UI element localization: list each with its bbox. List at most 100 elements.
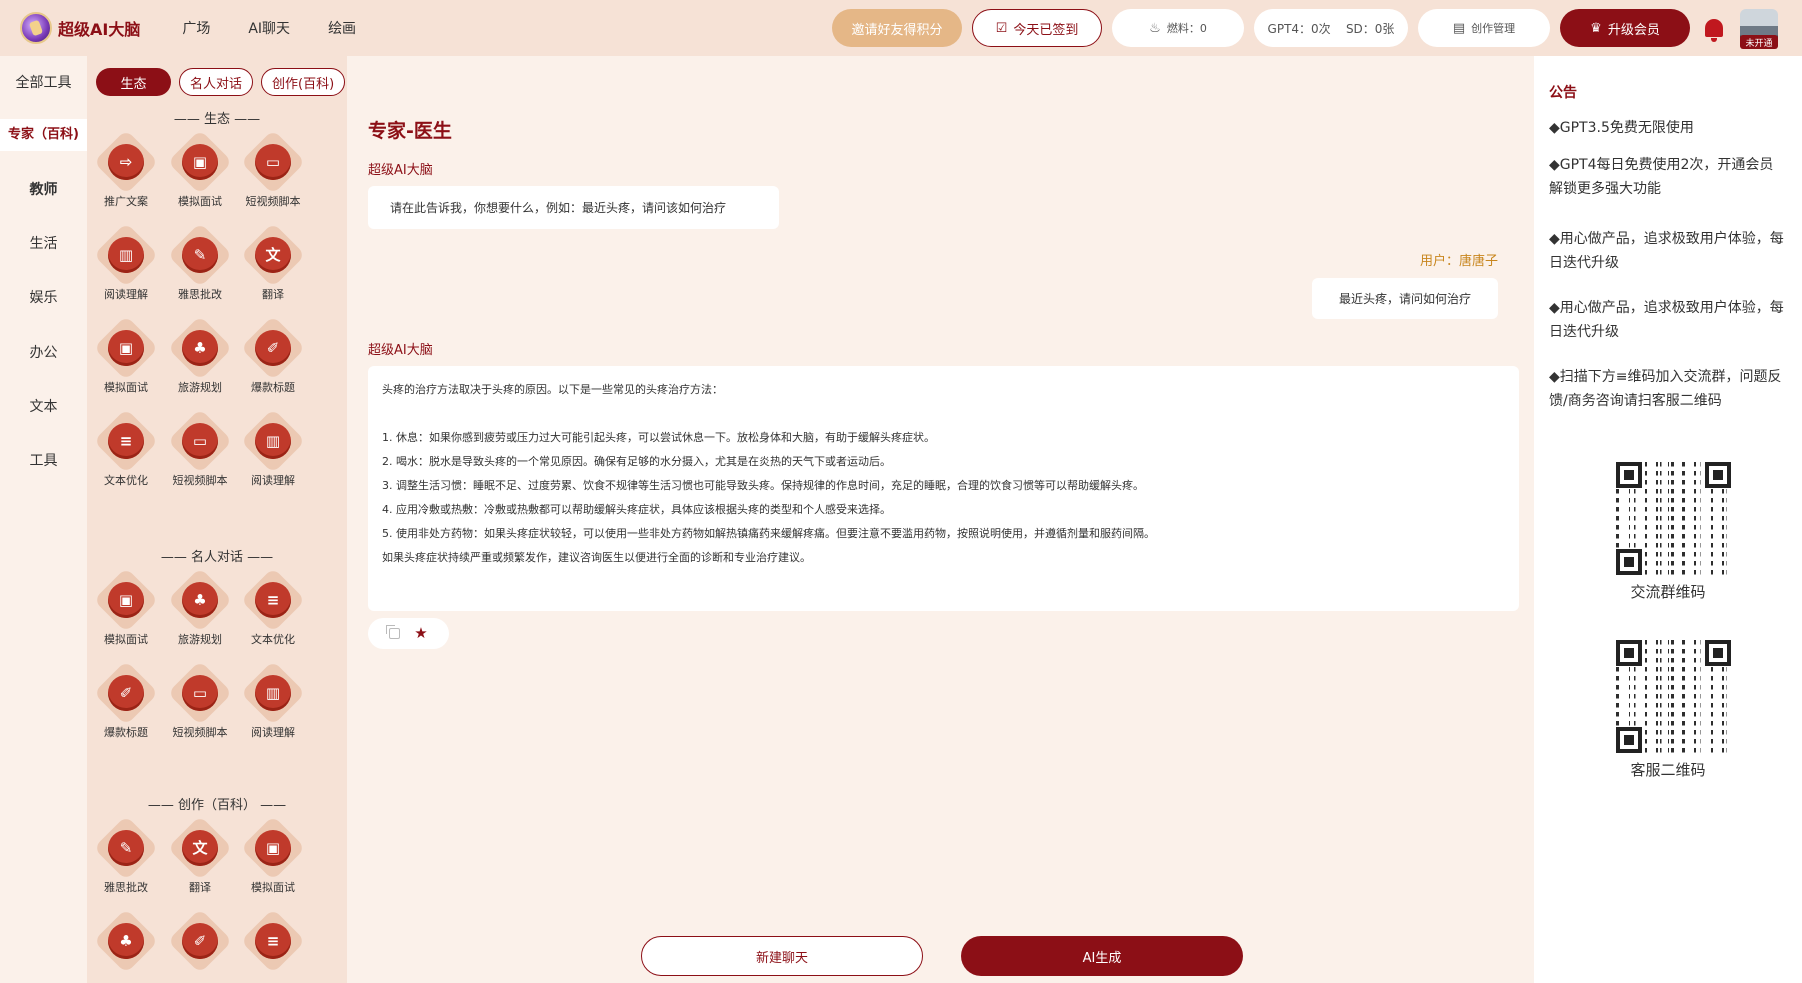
- tool-label: 模拟面试: [178, 195, 222, 208]
- nav-drawing[interactable]: 绘画: [328, 18, 356, 38]
- ai-sender-label: 超级AI大脑: [368, 163, 433, 178]
- membership-badge: 未开通: [1740, 35, 1778, 49]
- upgrade-button[interactable]: ♛ 升级会员: [1560, 9, 1690, 47]
- tool-card[interactable]: ▣ 模拟面试: [90, 574, 162, 647]
- invite-button[interactable]: 邀请好友得积分: [832, 9, 962, 47]
- crown-icon: ♛: [1590, 20, 1602, 36]
- tool-card[interactable]: ✐ 爆款标题: [237, 322, 309, 395]
- upgrade-label: 升级会员: [1607, 22, 1660, 38]
- tool-card[interactable]: ♣: [90, 915, 162, 972]
- notebook-icon: ✐: [174, 915, 226, 967]
- category-tools[interactable]: 工具: [0, 446, 87, 476]
- category-sidebar: 全部工具 专家（百科) 教师 生活 娱乐 办公 文本 工具: [0, 56, 87, 983]
- tool-tabs: 生态 名人对话 创作(百科): [96, 68, 346, 96]
- manage-button[interactable]: ▤ 创作管理: [1418, 9, 1550, 47]
- category-expert[interactable]: 专家（百科): [0, 119, 87, 151]
- manage-label: 创作管理: [1471, 22, 1516, 35]
- category-life[interactable]: 生活: [0, 229, 87, 259]
- tool-label: 爆款标题: [104, 726, 148, 739]
- category-all-tools[interactable]: 全部工具: [0, 68, 87, 98]
- logo[interactable]: 超级AI大脑: [20, 12, 140, 44]
- document-icon: ≡: [247, 574, 299, 626]
- tool-card[interactable]: ▣ 模拟面试: [237, 822, 309, 895]
- tool-card[interactable]: ▣ 模拟面试: [90, 322, 162, 395]
- tool-label: 翻译: [189, 881, 211, 894]
- nav-square[interactable]: 广场: [182, 18, 210, 38]
- document-icon: ≡: [247, 915, 299, 967]
- quota-label: GPT4：0次 SD：0张: [1267, 21, 1395, 36]
- tool-card[interactable]: ▥ 阅读理解: [90, 229, 162, 302]
- answer-line: 5. 使用非处方药物：如果头疼症状较轻，可以使用一些非处方药物如解热镇痛药来缓解…: [382, 527, 1155, 540]
- category-text[interactable]: 文本: [0, 392, 87, 422]
- tool-panel: 生态 名人对话 创作(百科) —— 生态 —— ⇨ 推广文案 ▣ 模拟面试 ▭ 短视频脚本 ▥…: [87, 56, 347, 983]
- tool-label: 模拟面试: [104, 381, 148, 394]
- tool-card[interactable]: ✐ 爆款标题: [90, 667, 162, 740]
- tool-label: 推广文案: [104, 195, 148, 208]
- notification-button[interactable]: [1700, 14, 1728, 42]
- tool-label: 阅读理解: [104, 288, 148, 301]
- tool-label: 阅读理解: [251, 726, 295, 739]
- copy-icon[interactable]: [386, 625, 401, 639]
- new-chat-button[interactable]: 新建聊天: [641, 936, 923, 976]
- palm-tree-icon: ♣: [174, 322, 226, 374]
- group-qr-code: [1616, 462, 1731, 575]
- tool-card[interactable]: ✎ 雅思批改: [164, 229, 236, 302]
- tool-card[interactable]: 文翻译: [164, 822, 236, 895]
- tool-card[interactable]: 文翻译: [237, 229, 309, 302]
- tab-ecology[interactable]: 生态: [96, 68, 171, 96]
- briefcase-icon: ▣: [174, 136, 226, 188]
- tool-card[interactable]: ▥ 阅读理解: [237, 667, 309, 740]
- user-message: 最近头疼，请问如何治疗: [1338, 292, 1471, 306]
- tool-card[interactable]: ▥ 阅读理解: [237, 415, 309, 488]
- tool-label: 雅思批改: [178, 288, 222, 301]
- service-qr-code: [1616, 640, 1731, 753]
- ai-answer-bubble: 头疼的治疗方法取决于头疼的原因。以下是一些常见的头疼治疗方法： 1. 休息：如果…: [368, 366, 1519, 611]
- ai-generate-button[interactable]: AI生成: [961, 936, 1243, 976]
- tool-card[interactable]: ♣ 旅游规划: [164, 322, 236, 395]
- tool-card[interactable]: ≡ 文本优化: [237, 574, 309, 647]
- edit-doc-icon: ✎: [100, 822, 152, 874]
- tool-card[interactable]: ✎ 雅思批改: [90, 822, 162, 895]
- notice-item: ◆GPT4每日免费使用2次，开通会员解锁更多强大功能: [1549, 157, 1774, 197]
- logo-text: 超级AI大脑: [58, 20, 141, 39]
- category-office[interactable]: 办公: [0, 338, 87, 368]
- tool-card[interactable]: ✐: [164, 915, 236, 972]
- tab-celebrity-chat[interactable]: 名人对话: [179, 68, 254, 96]
- tool-label: 短视频脚本: [245, 195, 301, 208]
- briefcase-icon: ▣: [100, 574, 152, 626]
- tool-label: 短视频脚本: [172, 474, 228, 487]
- ai-sender-label: 超级AI大脑: [368, 343, 433, 358]
- fuel-badge[interactable]: ♨ 燃料：0: [1112, 9, 1244, 47]
- tool-card[interactable]: ▣ 模拟面试: [164, 136, 236, 209]
- category-entertainment[interactable]: 娱乐: [0, 283, 87, 313]
- invite-label: 邀请好友得积分: [851, 22, 943, 38]
- category-teacher[interactable]: 教师: [0, 175, 87, 205]
- tool-card[interactable]: ▭ 短视频脚本: [164, 667, 236, 740]
- tool-label: 短视频脚本: [172, 726, 228, 739]
- tool-card[interactable]: ▭ 短视频脚本: [237, 136, 309, 209]
- tool-card[interactable]: ♣ 旅游规划: [164, 574, 236, 647]
- tool-card[interactable]: ≡ 文本优化: [90, 415, 162, 488]
- book-icon: ▥: [247, 667, 299, 719]
- answer-line: 4. 应用冷敷或热敷：冷敷或热敷都可以帮助缓解头疼症状，具体应该根据头疼的类型和…: [382, 503, 891, 516]
- tool-card[interactable]: ⇨ 推广文案: [90, 136, 162, 209]
- monitor-icon: ▭: [247, 136, 299, 188]
- section-title: —— 生态 ——: [173, 112, 261, 127]
- message-actions: ★: [368, 618, 449, 649]
- tool-card[interactable]: ▭ 短视频脚本: [164, 415, 236, 488]
- tab-creation[interactable]: 创作(百科): [261, 68, 346, 96]
- flame-icon: ♨: [1149, 20, 1161, 36]
- user-message-bubble: 最近头疼，请问如何治疗: [1312, 278, 1498, 319]
- star-icon[interactable]: ★: [414, 626, 427, 641]
- avatar[interactable]: 未开通: [1740, 9, 1778, 49]
- nav-ai-chat[interactable]: AI聊天: [248, 18, 290, 38]
- answer-line: 1. 休息：如果你感到疲劳或压力过大可能引起头疼，可以尝试休息一下。放松身体和大…: [382, 431, 935, 444]
- bell-icon: [1705, 19, 1723, 42]
- signin-button[interactable]: ☑ 今天已签到: [972, 9, 1102, 47]
- service-qr-label: 客服二维码: [1630, 761, 1706, 779]
- tool-card[interactable]: ≡: [237, 915, 309, 972]
- quota-badge[interactable]: GPT4：0次 SD：0张: [1254, 9, 1408, 47]
- main-nav: 广场 AI聊天 绘画: [182, 18, 356, 38]
- tool-label: 模拟面试: [251, 881, 295, 894]
- page-title: 专家-医生: [368, 120, 452, 142]
